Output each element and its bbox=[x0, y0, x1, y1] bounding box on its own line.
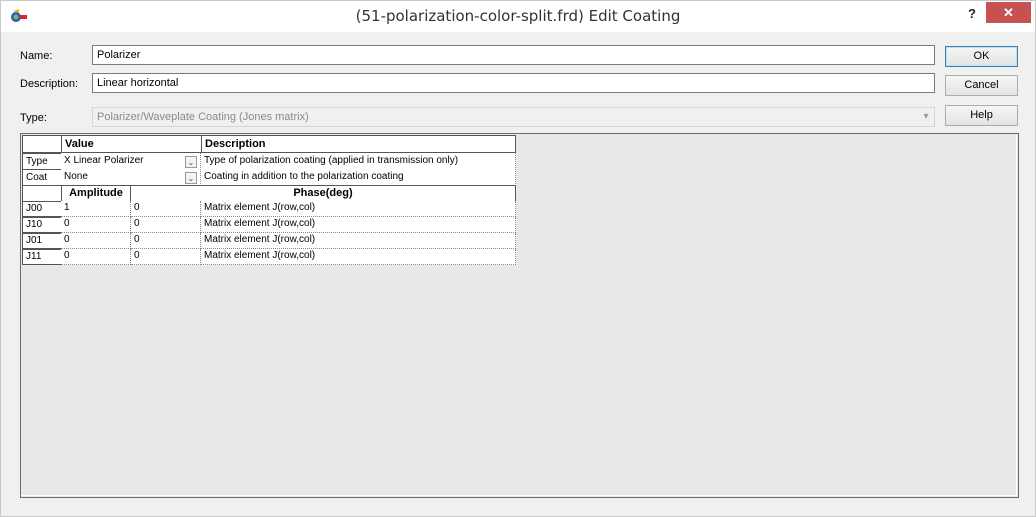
coat-value-text: None bbox=[64, 171, 88, 182]
j10-amplitude-cell[interactable]: 0 bbox=[61, 217, 131, 233]
matrix-corner bbox=[22, 185, 62, 202]
j00-phase-cell[interactable]: 0 bbox=[131, 201, 201, 217]
value-column-header: Value bbox=[61, 135, 202, 153]
j00-amplitude-cell[interactable]: 1 bbox=[61, 201, 131, 217]
j10-description-cell: Matrix element J(row,col) bbox=[201, 217, 516, 233]
type-value-cell[interactable]: X Linear Polarizer bbox=[61, 153, 201, 170]
title-bar[interactable]: (51-polarization-color-split.frd) Edit C… bbox=[1, 1, 1035, 32]
row-header-j01: J01 bbox=[22, 233, 62, 249]
chevron-down-icon[interactable]: ⌄ bbox=[185, 172, 197, 184]
j11-description-cell: Matrix element J(row,col) bbox=[201, 249, 516, 265]
type-value-text: X Linear Polarizer bbox=[64, 155, 144, 166]
j11-amplitude-cell[interactable]: 0 bbox=[61, 249, 131, 265]
ok-button[interactable]: OK bbox=[945, 46, 1018, 67]
row-header-type: Type bbox=[22, 153, 62, 170]
edit-coating-dialog: (51-polarization-color-split.frd) Edit C… bbox=[0, 0, 1036, 517]
grid-corner bbox=[22, 135, 62, 153]
description-label: Description: bbox=[20, 78, 79, 90]
type-label: Type: bbox=[20, 112, 47, 124]
j01-phase-cell[interactable]: 0 bbox=[131, 233, 201, 249]
row-header-j11: J11 bbox=[22, 249, 62, 265]
window-title: (51-polarization-color-split.frd) Edit C… bbox=[355, 7, 681, 25]
j00-description-cell: Matrix element J(row,col) bbox=[201, 201, 516, 217]
row-header-j00: J00 bbox=[22, 201, 62, 217]
title-help-button[interactable]: ? bbox=[961, 4, 983, 24]
j10-phase-cell[interactable]: 0 bbox=[131, 217, 201, 233]
chevron-down-icon[interactable]: ⌄ bbox=[185, 156, 197, 168]
name-label: Name: bbox=[20, 50, 53, 62]
property-grid-canvas: Value Description Type X Linear Polarize… bbox=[21, 134, 1017, 496]
j11-phase-cell[interactable]: 0 bbox=[131, 249, 201, 265]
type-select-value: Polarizer/Waveplate Coating (Jones matri… bbox=[97, 111, 309, 123]
coat-description-cell: Coating in addition to the polarization … bbox=[201, 169, 516, 186]
phase-column-header: Phase(deg) bbox=[130, 185, 516, 202]
j01-description-cell: Matrix element J(row,col) bbox=[201, 233, 516, 249]
type-select: Polarizer/Waveplate Coating (Jones matri… bbox=[92, 107, 935, 127]
cancel-button[interactable]: Cancel bbox=[945, 75, 1018, 96]
j01-amplitude-cell[interactable]: 0 bbox=[61, 233, 131, 249]
chevron-down-icon: ▾ bbox=[923, 111, 929, 122]
close-button[interactable]: ✕ bbox=[986, 2, 1031, 23]
row-header-coat: Coat bbox=[22, 169, 62, 186]
help-button[interactable]: Help bbox=[945, 105, 1018, 126]
description-column-header: Description bbox=[201, 135, 516, 153]
coat-value-cell[interactable]: None bbox=[61, 169, 201, 186]
amplitude-column-header: Amplitude bbox=[61, 185, 131, 202]
type-description-cell: Type of polarization coating (applied in… bbox=[201, 153, 516, 170]
description-field[interactable]: Linear horizontal bbox=[92, 73, 935, 93]
property-grid: Value Description Type X Linear Polarize… bbox=[20, 133, 1019, 498]
name-field[interactable]: Polarizer bbox=[92, 45, 935, 65]
row-header-j10: J10 bbox=[22, 217, 62, 233]
